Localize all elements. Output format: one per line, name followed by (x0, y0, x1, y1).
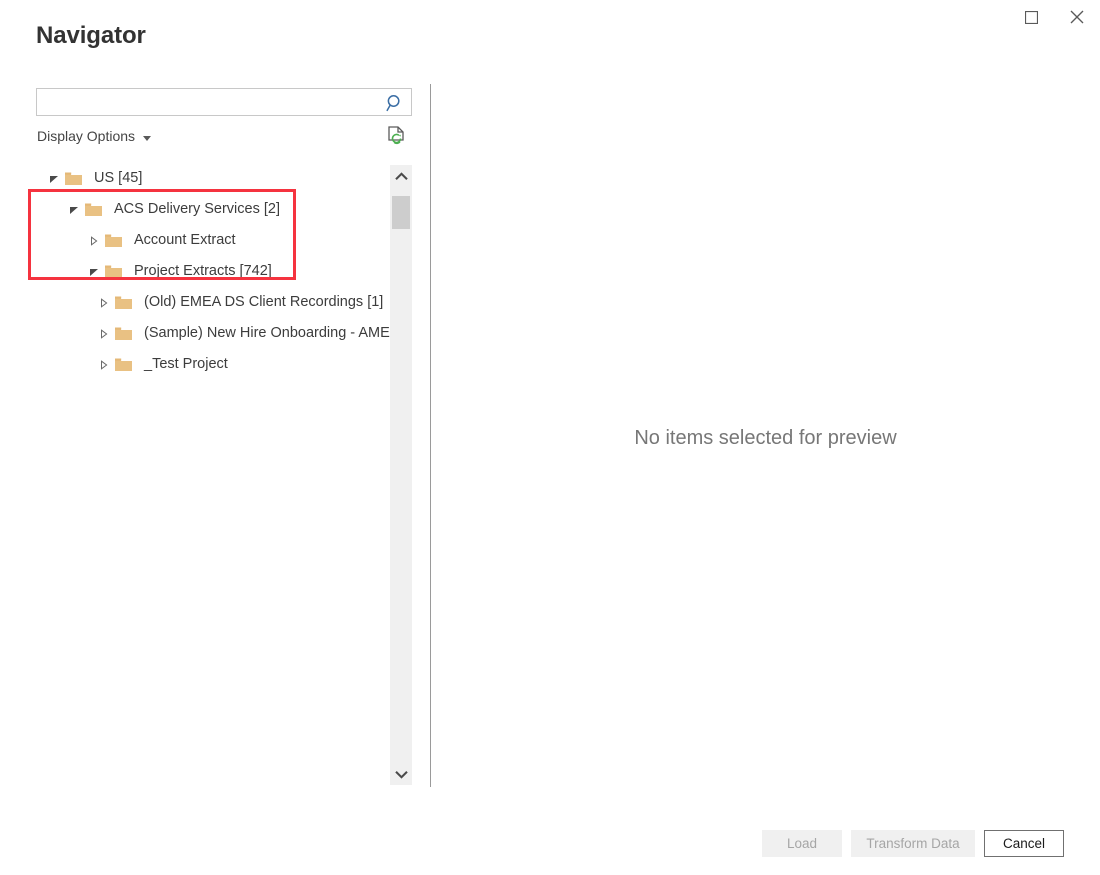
tree-row[interactable]: (Sample) New Hire Onboarding - AMER (36, 318, 390, 349)
transform-data-button[interactable]: Transform Data (851, 830, 975, 857)
refresh-preview-button[interactable] (386, 125, 408, 149)
tree-row[interactable]: ACS Delivery Services [2] (36, 194, 390, 225)
display-options-label: Display Options (37, 128, 136, 144)
search-icon (386, 94, 400, 111)
cancel-button[interactable]: Cancel (984, 830, 1064, 857)
folder-icon (114, 349, 136, 380)
navigator-tree[interactable]: US [45] ACS Delivery Services [2] Accoun… (36, 163, 390, 787)
load-button[interactable]: Load (762, 830, 842, 857)
close-button[interactable] (1054, 0, 1100, 34)
preview-empty-message: No items selected for preview (634, 427, 897, 449)
tree-row[interactable]: Project Extracts [742] (36, 256, 390, 287)
tree-node-label: Account Extract (134, 232, 236, 248)
maximize-button[interactable] (1008, 0, 1054, 34)
tree-node-label: Project Extracts [742] (134, 263, 272, 279)
scrollbar-track[interactable] (390, 187, 412, 763)
folder-icon (104, 256, 126, 287)
triangle-right-hollow-icon[interactable] (94, 349, 114, 380)
folder-icon (84, 194, 106, 225)
folder-icon (64, 163, 86, 194)
tree-node-label: (Old) EMEA DS Client Recordings [1] (144, 294, 384, 310)
tree-node-label: (Sample) New Hire Onboarding - AMER (144, 325, 390, 341)
folder-icon (114, 287, 136, 318)
tree-panel: US [45] ACS Delivery Services [2] Accoun… (36, 163, 412, 787)
chevron-down-icon (394, 770, 408, 779)
tree-row[interactable]: _Test Project (36, 349, 390, 380)
left-pane: Display Options (36, 88, 412, 149)
page-title: Navigator (36, 22, 146, 49)
tree-scrollbar[interactable] (390, 165, 412, 785)
triangle-down-filled-icon[interactable] (84, 256, 104, 287)
tree-row[interactable]: (Old) EMEA DS Client Recordings [1] (36, 287, 390, 318)
search-button[interactable] (383, 91, 407, 114)
preview-pane: No items selected for preview (431, 84, 1100, 787)
tree-row[interactable]: Account Extract (36, 225, 390, 256)
triangle-down-filled-icon[interactable] (44, 163, 64, 194)
window-controls (1008, 0, 1100, 34)
refresh-preview-icon (388, 126, 404, 145)
scroll-up-button[interactable] (390, 165, 412, 187)
search-input[interactable] (37, 89, 381, 115)
chevron-down-icon (143, 135, 152, 141)
triangle-right-hollow-icon[interactable] (94, 287, 114, 318)
close-icon (1070, 10, 1084, 24)
dialog-footer: Load Transform Data Cancel (0, 805, 1100, 875)
triangle-right-hollow-icon[interactable] (84, 225, 104, 256)
triangle-right-hollow-icon[interactable] (94, 318, 114, 349)
tree-row[interactable]: US [45] (36, 163, 390, 194)
search-box[interactable] (36, 88, 412, 116)
display-options-dropdown[interactable]: Display Options (37, 127, 152, 146)
triangle-down-filled-icon[interactable] (64, 194, 84, 225)
chevron-up-icon (394, 171, 408, 180)
options-row: Display Options (36, 125, 412, 149)
scrollbar-thumb[interactable] (392, 196, 410, 229)
tree-node-label: US [45] (94, 170, 143, 186)
folder-icon (104, 225, 126, 256)
tree-node-label: _Test Project (144, 356, 228, 372)
scroll-down-button[interactable] (390, 763, 412, 785)
folder-icon (114, 318, 136, 349)
tree-node-label: ACS Delivery Services [2] (114, 201, 280, 217)
square-icon (1024, 10, 1038, 24)
